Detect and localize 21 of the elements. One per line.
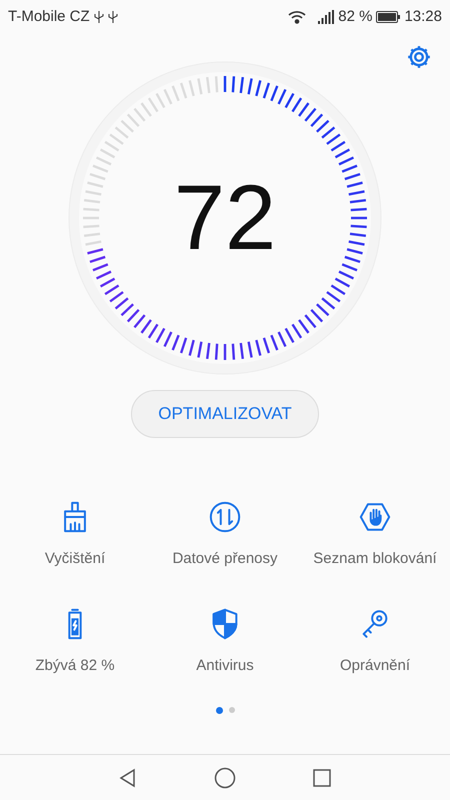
tool-shortcut[interactable]: Vyčištění (0, 500, 150, 570)
back-icon[interactable] (118, 768, 138, 788)
usb-icon (108, 10, 118, 24)
battery-icon (376, 11, 400, 23)
home-icon[interactable] (214, 766, 236, 788)
carrier-name: T-Mobile CZ (8, 6, 90, 27)
battery-percent: 82 % (338, 6, 372, 27)
wifi-icon (288, 10, 306, 24)
usb-icon (94, 10, 104, 24)
tool-shortcut[interactable]: Datové přenosy (150, 500, 300, 570)
tool-shortcut[interactable]: Antivirus (150, 606, 300, 677)
tool-shortcut[interactable]: Oprávnění (300, 606, 450, 677)
recents-icon[interactable] (312, 768, 332, 788)
data-transfer-icon (208, 500, 242, 534)
settings-icon[interactable] (406, 44, 432, 70)
score-value: 72 (174, 172, 276, 264)
tool-shortcut[interactable]: Seznam blokování (300, 500, 450, 570)
optimize-button[interactable]: OPTIMALIZOVAT (131, 390, 319, 438)
signal-icon (318, 10, 334, 24)
tool-shortcut[interactable]: Zbývá 82 % (0, 606, 150, 677)
clock: 13:28 (404, 6, 442, 27)
